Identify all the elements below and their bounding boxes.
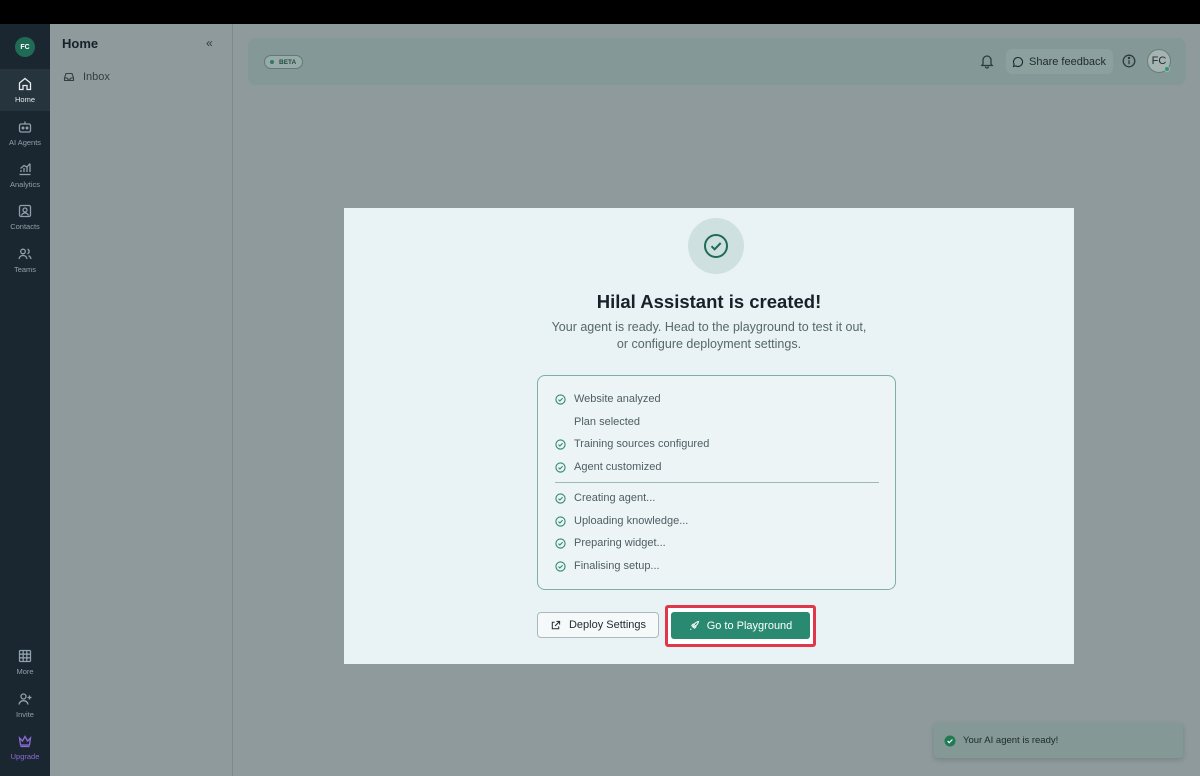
rail-label-analytics: Analytics (9, 180, 40, 189)
top-header: BETA Share feedback FC (248, 38, 1186, 85)
user-plus-icon (18, 693, 32, 705)
progress-item: Finalising setup... (555, 560, 660, 572)
rail-item-more[interactable]: More (0, 641, 50, 683)
inbox-icon (63, 72, 75, 82)
workspace-avatar[interactable]: FC (15, 37, 35, 57)
side-panel-title: Home (62, 36, 99, 51)
rail-label-teams: Teams (13, 265, 37, 274)
rail-item-teams[interactable]: Teams (0, 239, 50, 281)
icon-rail: FC Home AI Agents Analytics Contacts Tea… (0, 24, 50, 776)
robot-icon (18, 121, 32, 133)
check-icon (555, 492, 566, 504)
contacts-icon (18, 204, 32, 218)
checklist-item: Agent customized (555, 461, 661, 473)
rocket-icon (689, 620, 699, 630)
progress-label: Uploading knowledge... (574, 515, 689, 527)
teams-icon (18, 248, 32, 260)
online-indicator (1164, 66, 1170, 72)
checklist-label: Website analyzed (574, 393, 661, 405)
progress-label: Creating agent... (574, 492, 656, 504)
progress-item: Uploading knowledge... (555, 515, 688, 527)
side-item-inbox[interactable]: Inbox (63, 71, 110, 83)
check-icon (555, 515, 566, 527)
share-feedback-label: Share feedback (1029, 55, 1107, 68)
checklist-label: Agent customized (574, 461, 662, 473)
grid-icon (18, 649, 32, 663)
modal-title: Hilal Assistant is created! (596, 291, 822, 312)
success-toast: Your AI agent is ready! (934, 723, 1183, 758)
progress-item: Creating agent... (555, 492, 655, 504)
rail-label-home: Home (14, 95, 35, 104)
check-icon (555, 461, 566, 473)
checklist-item: Training sources configured (555, 438, 709, 450)
check-icon (555, 438, 566, 450)
beta-dot (270, 60, 274, 64)
progress-label: Preparing widget... (574, 537, 666, 549)
deploy-settings-button[interactable]: Deploy Settings (537, 612, 659, 638)
rail-item-analytics[interactable]: Analytics (0, 154, 50, 196)
deploy-settings-label: Deploy Settings (568, 619, 647, 631)
rail-label-ai-agents: AI Agents (8, 138, 42, 147)
checklist-item: Plan selected (555, 416, 640, 428)
rail-label-invite: Invite (16, 710, 34, 719)
success-badge (688, 218, 744, 274)
check-icon (555, 537, 566, 549)
agent-created-modal: Hilal Assistant is created! Your agent i… (344, 208, 1074, 664)
external-link-icon (551, 620, 561, 629)
analytics-icon (19, 163, 31, 176)
checklist-label: Plan selected (574, 416, 641, 428)
share-feedback-button[interactable]: Share feedback (1006, 49, 1114, 74)
chat-bubble-icon (1012, 56, 1024, 67)
checklist-item: Website analyzed (555, 393, 661, 405)
rail-item-ai-agents[interactable]: AI Agents (0, 112, 50, 154)
checklist-divider (555, 482, 879, 483)
user-avatar[interactable]: FC (1147, 49, 1171, 73)
setup-checklist: Website analyzed Plan selected Training … (537, 375, 896, 590)
checklist-label: Training sources configured (574, 438, 710, 450)
home-icon (18, 77, 32, 91)
check-icon (555, 560, 566, 572)
user-avatar-initials: FC (1151, 55, 1167, 67)
beta-label: BETA (279, 58, 297, 66)
rail-item-home[interactable]: Home (0, 69, 50, 111)
toast-message: Your AI agent is ready! (963, 735, 1059, 746)
check-icon (555, 393, 566, 405)
crown-icon (18, 735, 32, 748)
side-panel: Home « Inbox (50, 24, 233, 776)
bell-icon[interactable] (979, 53, 995, 69)
rail-item-invite[interactable]: Invite (0, 684, 50, 726)
rail-item-contacts[interactable]: Contacts (0, 196, 50, 238)
go-to-playground-label: Go to Playground (706, 619, 793, 632)
window-top-bar (0, 0, 1200, 24)
modal-subtitle: Your agent is ready. Head to the playgro… (551, 320, 867, 351)
go-to-playground-button[interactable]: Go to Playground (671, 612, 810, 639)
check-circle-icon (704, 234, 728, 258)
side-item-label: Inbox (83, 71, 110, 83)
rail-label-contacts: Contacts (10, 222, 40, 231)
info-icon[interactable] (1121, 53, 1137, 69)
rail-item-upgrade[interactable]: Upgrade (0, 726, 50, 768)
check-filled-icon (944, 735, 956, 746)
progress-item: Preparing widget... (555, 537, 666, 549)
rail-label-upgrade: Upgrade (10, 752, 40, 761)
progress-label: Finalising setup... (574, 560, 660, 572)
collapse-sidebar-button[interactable]: « (206, 36, 213, 50)
beta-badge: BETA (264, 55, 304, 69)
rail-label-more: More (16, 667, 34, 676)
